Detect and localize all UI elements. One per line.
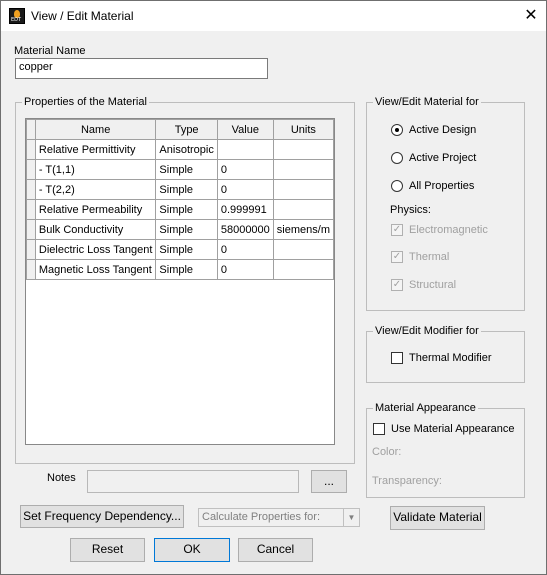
row-header[interactable] [26,239,36,260]
cell-name: - T(1,1) [34,159,157,180]
grid-corner [26,119,36,140]
cell-value[interactable]: 0 [216,159,274,180]
cell-value[interactable]: 0 [216,259,274,280]
checkbox-structural: ✓ Structural [391,279,456,291]
check-icon: ✓ [391,251,403,263]
radio-label: Active Design [409,124,477,136]
physics-label: Physics: [390,204,431,216]
table-row[interactable]: - T(2,2) Simple 0 [26,179,335,200]
table-row[interactable]: Dielectric Loss Tangent Simple 0 [26,239,335,260]
cell-name: Dielectric Loss Tangent [34,239,157,260]
radio-active-design[interactable]: Active Design [391,124,476,136]
column-header-name[interactable]: Name [34,119,157,140]
cell-units[interactable] [272,179,335,200]
window-title: View / Edit Material [31,9,134,23]
checkbox-electromagnetic: ✓ Electromagnetic [391,224,488,236]
cell-value[interactable]: 58000000 [216,219,274,240]
check-icon: ✓ [391,279,403,291]
cell-type[interactable]: Simple [155,159,218,180]
cell-type[interactable]: Anisotropic [155,139,218,160]
row-header[interactable] [26,199,36,220]
transparency-label: Transparency: [372,475,442,487]
validate-material-button[interactable]: Validate Material [390,506,485,530]
material-dialog: EDT View / Edit Material ✕ Material Name… [0,0,547,575]
checkbox-thermal: ✓ Thermal [391,251,449,263]
cell-name: Bulk Conductivity [34,219,157,240]
radio-label: All Properties [409,180,475,192]
properties-legend: Properties of the Material [24,96,147,108]
ok-button[interactable]: OK [154,538,230,562]
properties-table: Name Type Value Units Relative Permittiv… [26,119,335,280]
checkbox-label: Electromagnetic [409,224,488,236]
properties-grid: Name Type Value Units Relative Permittiv… [25,118,335,445]
checkbox-label: Structural [409,279,457,291]
checkbox-label: Thermal [409,251,450,263]
cell-type[interactable]: Simple [155,179,218,200]
close-icon[interactable]: ✕ [516,1,546,31]
properties-header-row: Name Type Value Units [26,119,335,140]
column-header-value[interactable]: Value [216,119,274,140]
material-name-input[interactable]: copper [15,58,268,79]
radio-button-icon[interactable] [391,152,403,164]
cell-units[interactable] [272,139,335,160]
column-header-type[interactable]: Type [155,119,218,140]
row-header[interactable] [26,179,36,200]
material-name-label: Material Name [14,45,86,57]
table-row[interactable]: Magnetic Loss Tangent Simple 0 [26,259,335,280]
notes-browse-button[interactable]: ... [311,470,347,493]
cell-type[interactable]: Simple [155,239,218,260]
cell-units[interactable] [272,199,335,220]
cell-units[interactable] [272,259,335,280]
radio-all-properties[interactable]: All Properties [391,180,474,192]
table-row[interactable]: Relative Permittivity Anisotropic [26,139,335,160]
cancel-button[interactable]: Cancel [238,538,313,562]
table-row[interactable]: - T(1,1) Simple 0 [26,159,335,180]
radio-label: Active Project [409,152,477,164]
checkbox-icon[interactable] [391,352,403,364]
chevron-down-icon: ▼ [343,509,359,526]
row-header[interactable] [26,159,36,180]
calculate-properties-value: Calculate Properties for: [202,511,320,523]
row-header[interactable] [26,139,36,160]
reset-button[interactable]: Reset [70,538,145,562]
cell-type[interactable]: Simple [155,219,218,240]
cell-type[interactable]: Simple [155,259,218,280]
cell-value[interactable]: 0 [216,239,274,260]
modifier-legend: View/Edit Modifier for [375,325,479,337]
cell-value[interactable]: 0.999991 [216,199,274,220]
cell-units[interactable] [272,159,335,180]
checkbox-label: Thermal Modifier [409,352,492,364]
radio-active-project[interactable]: Active Project [391,152,476,164]
table-row[interactable]: Relative Permeability Simple 0.999991 [26,199,335,220]
cell-value[interactable] [216,139,274,160]
app-icon: EDT [9,8,25,24]
checkbox-use-material-appearance[interactable]: Use Material Appearance [373,423,515,435]
cell-name: - T(2,2) [34,179,157,200]
view-edit-for-legend: View/Edit Material for [375,96,479,108]
table-row[interactable]: Bulk Conductivity Simple 58000000 siemen… [26,219,335,240]
notes-input[interactable] [87,470,299,493]
title-bar: EDT View / Edit Material ✕ [1,1,546,31]
row-header[interactable] [26,259,36,280]
cell-value[interactable]: 0 [216,179,274,200]
cell-units[interactable] [272,239,335,260]
checkbox-label: Use Material Appearance [391,423,515,435]
cell-name: Relative Permittivity [34,139,157,160]
check-icon: ✓ [391,224,403,236]
notes-label: Notes [47,472,76,484]
checkbox-thermal-modifier[interactable]: Thermal Modifier [391,352,492,364]
checkbox-icon[interactable] [373,423,385,435]
cell-type[interactable]: Simple [155,199,218,220]
radio-button-icon[interactable] [391,180,403,192]
cell-units[interactable]: siemens/m [272,219,335,240]
calculate-properties-select: Calculate Properties for: ▼ [198,508,360,527]
row-header[interactable] [26,219,36,240]
radio-button-icon[interactable] [391,124,403,136]
cell-name: Relative Permeability [34,199,157,220]
cell-name: Magnetic Loss Tangent [34,259,157,280]
column-header-units[interactable]: Units [272,119,335,140]
color-label: Color: [372,446,402,458]
set-frequency-dependency-button[interactable]: Set Frequency Dependency... [20,505,184,528]
appearance-legend: Material Appearance [375,402,476,414]
